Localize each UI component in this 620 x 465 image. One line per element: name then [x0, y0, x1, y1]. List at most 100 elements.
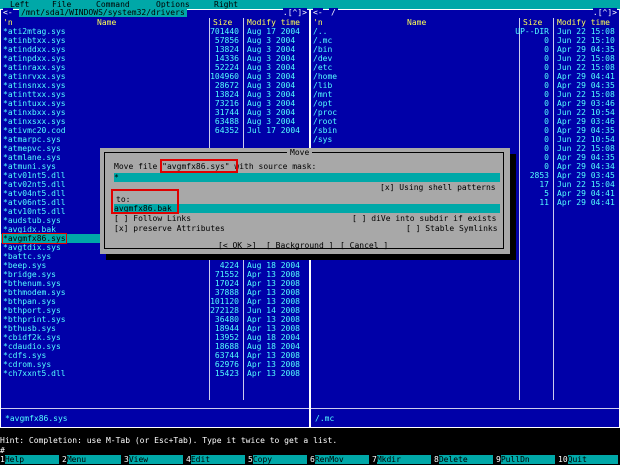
fkey-delete[interactable]: 8Delete [434, 455, 493, 465]
fkey-edit[interactable]: 4Edit [186, 455, 245, 465]
fkey-renmov[interactable]: 6RenMov [310, 455, 369, 465]
file-row[interactable]: *atinddxx.sys 13824 Aug 3 2004 [1, 45, 309, 54]
file-name: /.. [313, 27, 328, 36]
file-row[interactable]: *cdfs.sys 63744 Apr 13 2008 [1, 351, 309, 360]
fkey-pulldn[interactable]: 9PullDn [496, 455, 555, 465]
file-row[interactable]: *ati2mtag.sys 701440 Aug 17 2004 [1, 27, 309, 36]
shell-patterns-checkbox[interactable]: [x] Using shell patterns [380, 183, 496, 192]
file-mtime: Apr 29 04:41 [557, 72, 615, 81]
file-name: *atmlane.sys [3, 153, 61, 162]
file-row[interactable]: /lib 0 Apr 29 04:35 [311, 81, 619, 90]
fkey-quit[interactable]: 10Quit [558, 455, 618, 465]
column-size-header[interactable]: Size [213, 18, 232, 27]
file-size: 17024 [214, 279, 239, 288]
dive-subdir-checkbox[interactable]: [ ] diVe into subdir if exists [352, 214, 497, 223]
fkey-mkdir[interactable]: 7Mkdir [372, 455, 431, 465]
file-name: *ati2mtag.sys [3, 27, 66, 36]
right-panel-controls[interactable]: .[^]> [592, 8, 617, 17]
file-row[interactable]: *atinxbxx.sys 31744 Aug 3 2004 [1, 108, 309, 117]
file-mtime: Aug 18 2004 [247, 333, 300, 342]
filename-highlight [160, 159, 238, 173]
file-name: *ativmc20.cod [3, 126, 66, 135]
command-prompt[interactable]: # [0, 446, 5, 455]
fkey-menu[interactable]: 2Menu [62, 455, 121, 465]
column-mtime-header[interactable]: Modify time [247, 18, 300, 27]
file-size: 63744 [214, 351, 239, 360]
follow-links-checkbox[interactable]: [ ] Follow Links [114, 214, 191, 223]
file-mtime: Aug 18 2004 [247, 261, 300, 270]
source-mask-input[interactable]: * [114, 173, 500, 182]
function-key-bar: 1Help 2Menu 3View 4Edit 5Copy 6RenMov 7Mkdir 8D… [0, 455, 620, 465]
file-row[interactable]: *ativmc20.cod 64352 Jul 17 2004 [1, 126, 309, 135]
file-mtime: Apr 13 2008 [247, 369, 300, 378]
file-row[interactable]: *atinttxx.sys 13824 Aug 3 2004 [1, 90, 309, 99]
file-size: 101120 [210, 297, 239, 306]
file-row[interactable]: *cdaudio.sys 18688 Aug 18 2004 [1, 342, 309, 351]
fkey-label: Mkdir [376, 455, 431, 464]
file-row[interactable]: *atmarpc.sys [1, 135, 309, 144]
file-row[interactable]: *atinraxx.sys 52224 Aug 3 2004 [1, 63, 309, 72]
file-row[interactable]: /root 0 Apr 29 03:46 [311, 117, 619, 126]
file-row[interactable]: *atinbtxx.sys 57856 Aug 3 2004 [1, 36, 309, 45]
move-prompt-prefix: Move file [114, 162, 163, 171]
preserve-attributes-checkbox[interactable]: [x] preserve Attributes [114, 224, 225, 233]
stable-symlinks-checkbox[interactable]: [ ] Stable Symlinks [406, 224, 498, 233]
column-size-header[interactable]: Size [523, 18, 542, 27]
fkey-help[interactable]: 1Help [0, 455, 59, 465]
left-panel-header: 'n Name Size Modify time [1, 18, 309, 27]
column-name-header[interactable]: Name [407, 18, 426, 27]
file-name: *battc.sys [3, 252, 52, 261]
file-row[interactable]: /proc 0 Jun 22 10:54 [311, 108, 619, 117]
file-row[interactable]: /sbin 0 Apr 29 04:35 [311, 126, 619, 135]
file-row[interactable]: *atinsnxx.sys 28672 Aug 3 2004 [1, 81, 309, 90]
menu-right[interactable]: Right [214, 0, 238, 9]
file-size: 71552 [214, 270, 239, 279]
column-name-header[interactable]: Name [97, 18, 116, 27]
column-mtime-header[interactable]: Modify time [557, 18, 610, 27]
file-row[interactable]: /.. UP--DIR Jun 22 15:08 [311, 27, 619, 36]
file-row[interactable]: /opt 0 Apr 29 03:46 [311, 99, 619, 108]
sort-indicator[interactable]: 'n [313, 18, 323, 27]
file-row[interactable]: *bthprint.sys 36480 Apr 13 2008 [1, 315, 309, 324]
file-row[interactable]: *bthpan.sys 101120 Apr 13 2008 [1, 297, 309, 306]
fkey-copy[interactable]: 5Copy [248, 455, 307, 465]
left-panel-history[interactable]: <- [3, 8, 13, 17]
file-row[interactable]: *cdrom.sys 62976 Apr 13 2008 [1, 360, 309, 369]
file-mtime: Apr 29 04:41 [557, 189, 615, 198]
file-row[interactable]: *atinxsxx.sys 63488 Aug 3 2004 [1, 117, 309, 126]
file-row[interactable]: /etc 0 Jun 22 15:08 [311, 63, 619, 72]
file-row[interactable]: /dev 0 Jun 22 15:08 [311, 54, 619, 63]
file-row[interactable]: /sys 0 Jun 22 10:54 [311, 135, 619, 144]
left-panel-controls[interactable]: .[^]> [282, 8, 307, 17]
file-row[interactable]: *atinpdxx.sys 14336 Aug 3 2004 [1, 54, 309, 63]
move-dialog: Move Move file "avgmfx86.sys" with sourc… [100, 148, 510, 254]
file-row[interactable]: /mnt 0 Jun 22 15:08 [311, 90, 619, 99]
right-panel-history[interactable]: <- [313, 8, 323, 17]
file-row[interactable]: *ch7xxnt5.dll 15423 Apr 13 2008 [1, 369, 309, 378]
file-size: 2853 [529, 171, 549, 180]
file-size: 64352 [214, 126, 239, 135]
fkey-view[interactable]: 3View [124, 455, 183, 465]
file-row[interactable]: *bthenum.sys 17024 Apr 13 2008 [1, 279, 309, 288]
file-row[interactable]: *beep.sys 4224 Aug 18 2004 [1, 261, 309, 270]
cancel-button[interactable]: [ Cancel ] [340, 241, 388, 250]
file-row[interactable]: *atinrvxx.sys 104960 Aug 3 2004 [1, 72, 309, 81]
file-row[interactable]: /bin 0 Apr 29 04:35 [311, 45, 619, 54]
sort-indicator[interactable]: 'n [3, 18, 13, 27]
file-row[interactable]: *bthport.sys 272128 Jun 14 2008 [1, 306, 309, 315]
file-row[interactable]: *atintuxx.sys 73216 Aug 3 2004 [1, 99, 309, 108]
background-button[interactable]: [ Background ] [266, 241, 333, 250]
destination-highlight [111, 189, 179, 214]
file-name: *bridge.sys [3, 270, 56, 279]
file-row[interactable]: *cbidf2k.sys 13952 Aug 18 2004 [1, 333, 309, 342]
ok-button[interactable]: [< OK >] [218, 241, 257, 250]
file-size: 104960 [210, 72, 239, 81]
file-row[interactable]: /home 0 Apr 29 04:41 [311, 72, 619, 81]
file-row[interactable]: /.mc 0 Jun 22 15:10 [311, 36, 619, 45]
file-name: *cdaudio.sys [3, 342, 61, 351]
fkey-label: Edit [190, 455, 245, 464]
file-row[interactable]: *bthmodem.sys 37888 Apr 13 2008 [1, 288, 309, 297]
file-row[interactable]: *bthusb.sys 18944 Apr 13 2008 [1, 324, 309, 333]
file-row[interactable]: *bridge.sys 71552 Apr 13 2008 [1, 270, 309, 279]
right-panel-status: /.mc [315, 414, 335, 423]
